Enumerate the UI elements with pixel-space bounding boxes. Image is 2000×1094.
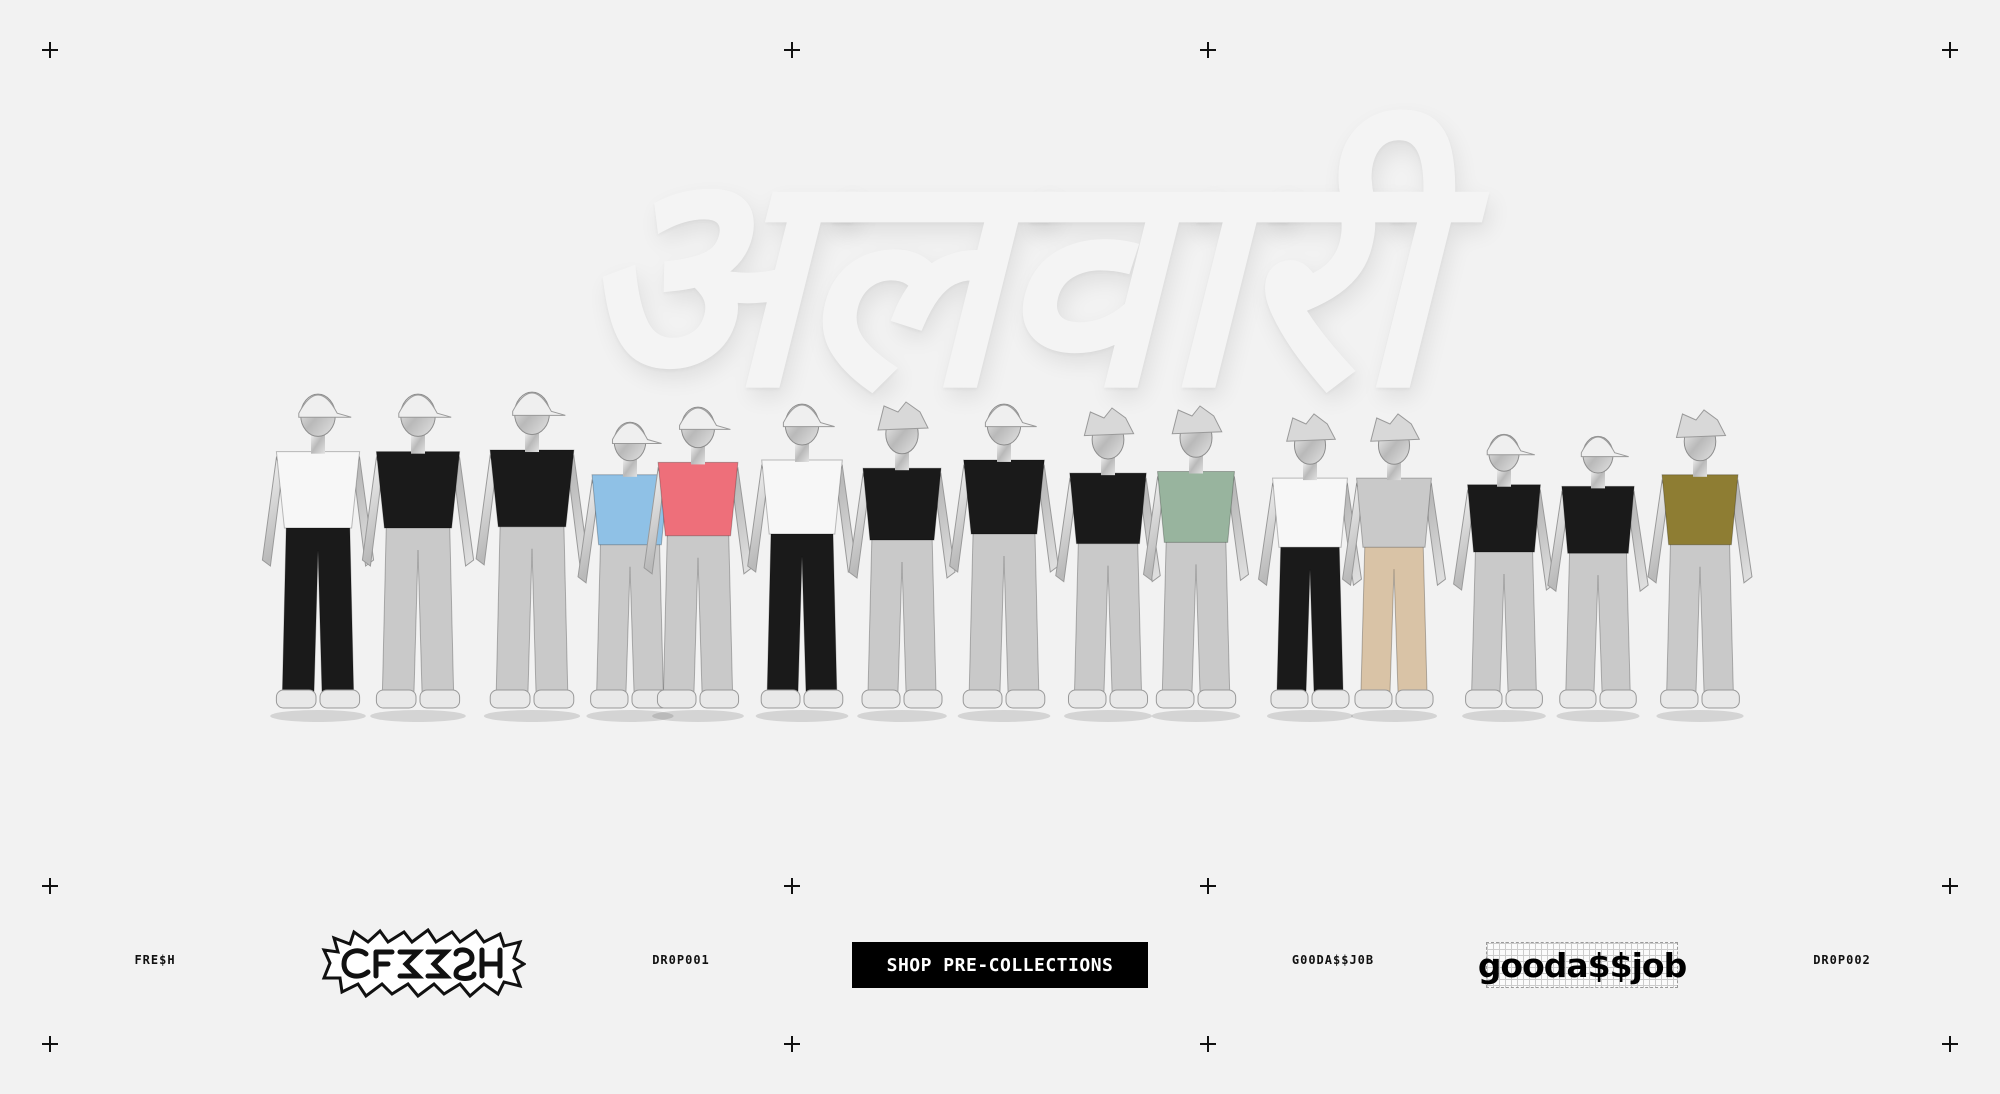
landing-page: अलवारी FRE$H DR0P001 SHOP PRE-COLLECTION…	[0, 0, 2000, 1094]
cross-mark	[42, 1036, 58, 1052]
hero-section: अलवारी	[0, 0, 2000, 860]
drop-001-label: DR0P001	[652, 953, 710, 967]
cross-mark	[42, 878, 58, 894]
shop-pre-collections-button[interactable]: SHOP PRE-COLLECTIONS	[852, 942, 1148, 988]
character-figure	[475, 391, 589, 722]
fresh-label[interactable]: FRE$H	[134, 953, 175, 967]
cross-mark	[1200, 1036, 1216, 1052]
character-figure	[1647, 409, 1753, 722]
goodassjob-logo[interactable]: gooda$$job	[1478, 942, 1687, 988]
goodassjob-label[interactable]: G00DA$$J0B	[1292, 953, 1374, 967]
character-figure	[747, 403, 857, 722]
drop-002-label: DR0P002	[1813, 953, 1871, 967]
fresh-logo[interactable]	[320, 928, 526, 998]
character-lineup-image	[261, 391, 1753, 722]
character-figure	[1142, 405, 1250, 722]
cross-mark	[1200, 878, 1216, 894]
character-figure	[1453, 433, 1555, 722]
cross-mark	[784, 1036, 800, 1052]
character-figure	[949, 403, 1059, 722]
character-figure	[361, 393, 475, 722]
character-figure	[261, 393, 375, 722]
cross-mark	[784, 878, 800, 894]
cross-mark	[1942, 878, 1958, 894]
character-figure	[1547, 435, 1649, 722]
character-figure	[848, 401, 956, 722]
cross-mark	[1942, 1036, 1958, 1052]
